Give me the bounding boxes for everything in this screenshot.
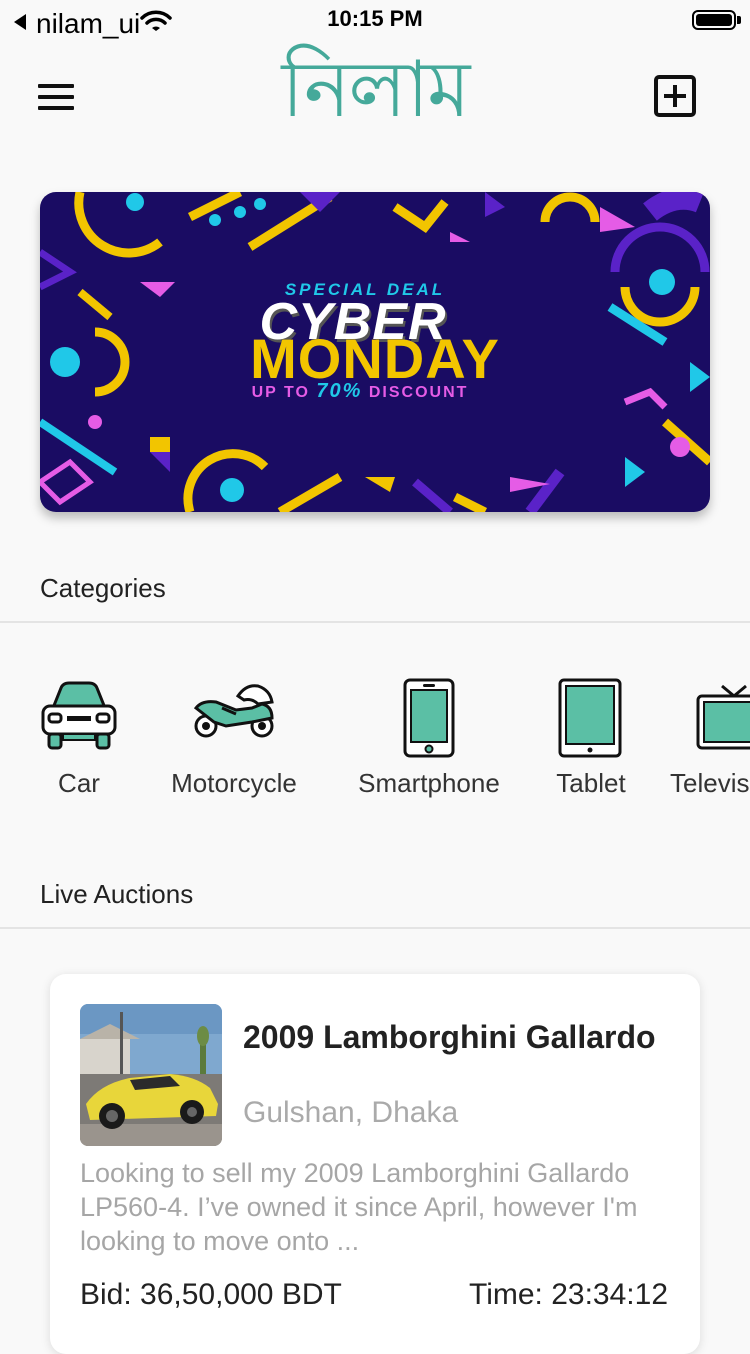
category-label-television: Televis xyxy=(670,768,750,798)
categories-list: Car Motorcycle Smartphone Tablet Televis xyxy=(0,670,750,810)
smartphone-icon xyxy=(403,678,455,758)
television-icon xyxy=(696,684,750,750)
category-label-car: Car xyxy=(58,768,100,798)
categories-title: Categories xyxy=(40,573,166,603)
category-smartphone[interactable]: Smartphone xyxy=(348,670,510,810)
battery-tip xyxy=(737,16,741,24)
live-auctions-title: Live Auctions xyxy=(40,879,194,909)
auction-time: Time: 23:34:12 xyxy=(469,1278,668,1311)
car-icon xyxy=(41,681,117,750)
auction-description: Looking to sell my 2009 Lamborghini Gall… xyxy=(80,1158,638,1256)
motorcycle-icon xyxy=(193,684,274,738)
hamburger-menu-icon[interactable] xyxy=(38,84,74,110)
add-listing-icon[interactable] xyxy=(654,75,696,117)
category-label-tablet: Tablet xyxy=(556,768,626,798)
categories-divider xyxy=(0,621,750,623)
status-bar: nilam_ui 10:15 PM xyxy=(0,0,750,40)
battery-icon xyxy=(692,10,736,30)
promo-banner[interactable]: SPECIAL DEAL CYBER MONDAY UP TO 70% DISC… xyxy=(40,192,710,512)
live-auctions-divider xyxy=(0,927,750,929)
app-header: নিলাম xyxy=(0,40,750,150)
auction-title: 2009 Lamborghini Gallardo xyxy=(243,1019,656,1055)
category-label-smartphone: Smartphone xyxy=(358,768,500,798)
auction-card[interactable]: 2009 Lamborghini Gallardo Gulshan, Dhaka… xyxy=(50,974,700,1354)
tablet-icon xyxy=(558,678,622,758)
auction-location: Gulshan, Dhaka xyxy=(243,1096,459,1129)
category-label-motorcycle: Motorcycle xyxy=(171,768,297,798)
banner-discount: UP TO 70% DISCOUNT xyxy=(251,380,469,402)
auction-bid: Bid: 36,50,000 BDT xyxy=(80,1278,342,1311)
category-motorcycle[interactable]: Motorcycle xyxy=(160,670,308,810)
category-television[interactable]: Televis xyxy=(670,670,750,810)
category-car[interactable]: Car xyxy=(35,670,123,810)
category-tablet[interactable]: Tablet xyxy=(550,670,632,810)
auction-car-photo xyxy=(80,1004,222,1146)
app-logo: নিলাম xyxy=(281,45,471,135)
status-time: 10:15 PM xyxy=(327,6,423,31)
